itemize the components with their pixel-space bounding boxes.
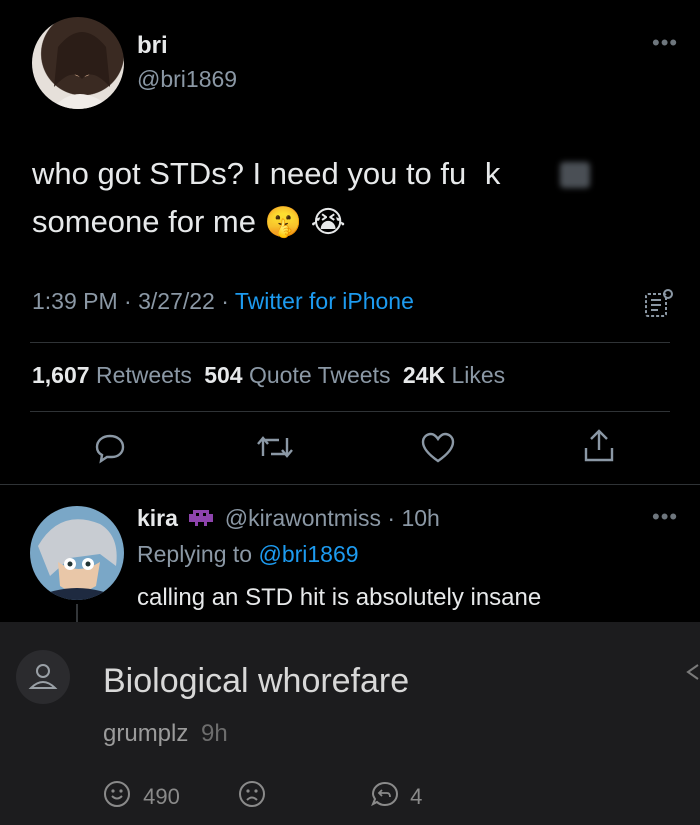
author-avatar[interactable] — [32, 17, 124, 109]
section-divider — [0, 484, 700, 485]
avatar-photo — [52, 32, 112, 109]
retweet-icon[interactable] — [255, 430, 295, 464]
likes-stat[interactable]: 24K Likes — [403, 362, 505, 388]
upvote-button[interactable]: 490 — [103, 780, 180, 814]
reply-author-handle[interactable]: @kirawontmiss — [225, 505, 381, 531]
replies-button[interactable]: 4 — [370, 780, 422, 814]
censor-blur — [560, 162, 590, 188]
thread-line — [76, 604, 78, 622]
meta-separator: · — [124, 288, 132, 314]
comment-author[interactable]: grumplz — [103, 720, 188, 747]
reply-more-icon[interactable]: ••• — [652, 506, 678, 528]
comment-text: Biological whorefare — [103, 662, 410, 700]
share-icon[interactable] — [582, 428, 616, 464]
reply-time: 10h — [401, 505, 440, 531]
author-handle[interactable]: @bri1869 — [137, 66, 237, 93]
more-icon[interactable]: ••• — [652, 32, 678, 54]
reply-icon[interactable] — [93, 430, 127, 464]
tweet-date[interactable]: 3/27/22 — [138, 288, 215, 314]
tweet-stats: 1,607 Retweets 504 Quote Tweets 24K Like… — [32, 362, 505, 389]
analytics-icon[interactable] — [640, 286, 676, 322]
divider-top — [30, 342, 670, 343]
reply-count-icon — [370, 780, 400, 814]
alien-badge-icon — [188, 506, 214, 534]
replying-to-handle[interactable]: @bri1869 — [258, 541, 358, 567]
meta-separator: · — [221, 288, 229, 314]
upvote-count: 490 — [143, 784, 180, 809]
user-icon[interactable] — [16, 650, 70, 704]
comment-meta: grumplz 9h — [103, 720, 228, 748]
like-icon[interactable] — [420, 432, 456, 464]
retweets-stat[interactable]: 1,607 Retweets — [32, 362, 198, 388]
tweet-source[interactable]: Twitter for iPhone — [235, 288, 414, 314]
reply-count: 4 — [410, 784, 423, 809]
tweet-meta: 1:39 PM · 3/27/22 · Twitter for iPhone — [32, 288, 414, 315]
replying-to: Replying to @bri1869 — [137, 541, 359, 567]
divider-bottom — [30, 411, 670, 412]
comment-time: 9h — [201, 720, 228, 747]
tweet-time: 1:39 PM — [32, 288, 118, 314]
reply-avatar[interactable] — [30, 506, 124, 600]
reply-avatar-image — [30, 519, 124, 600]
quotes-stat[interactable]: 504 Quote Tweets — [204, 362, 397, 388]
frown-icon[interactable] — [238, 780, 266, 813]
smile-icon — [103, 780, 131, 814]
crying-emoji: 😭 — [310, 206, 346, 239]
collapse-chevron-icon[interactable] — [684, 662, 700, 687]
reply-text: calling an STD hit is absolutely insane — [137, 584, 542, 611]
tweet-text-line1: who got STDs? I need you to fu k — [32, 150, 672, 198]
tweet-text: who got STDs? I need you to fu k someone… — [32, 150, 672, 247]
reply-header: kira @kirawontmiss · 10h — [137, 505, 440, 534]
reply-author-name[interactable]: kira — [137, 505, 178, 531]
comment-panel: Biological whorefare grumplz 9h 490 4 — [0, 622, 700, 825]
tweet-text-line2: someone for me 🤫 😭 — [32, 204, 346, 239]
author-name[interactable]: bri — [137, 32, 168, 60]
shushing-emoji: 🤫 — [264, 206, 302, 239]
reply-separator: · — [387, 505, 396, 531]
